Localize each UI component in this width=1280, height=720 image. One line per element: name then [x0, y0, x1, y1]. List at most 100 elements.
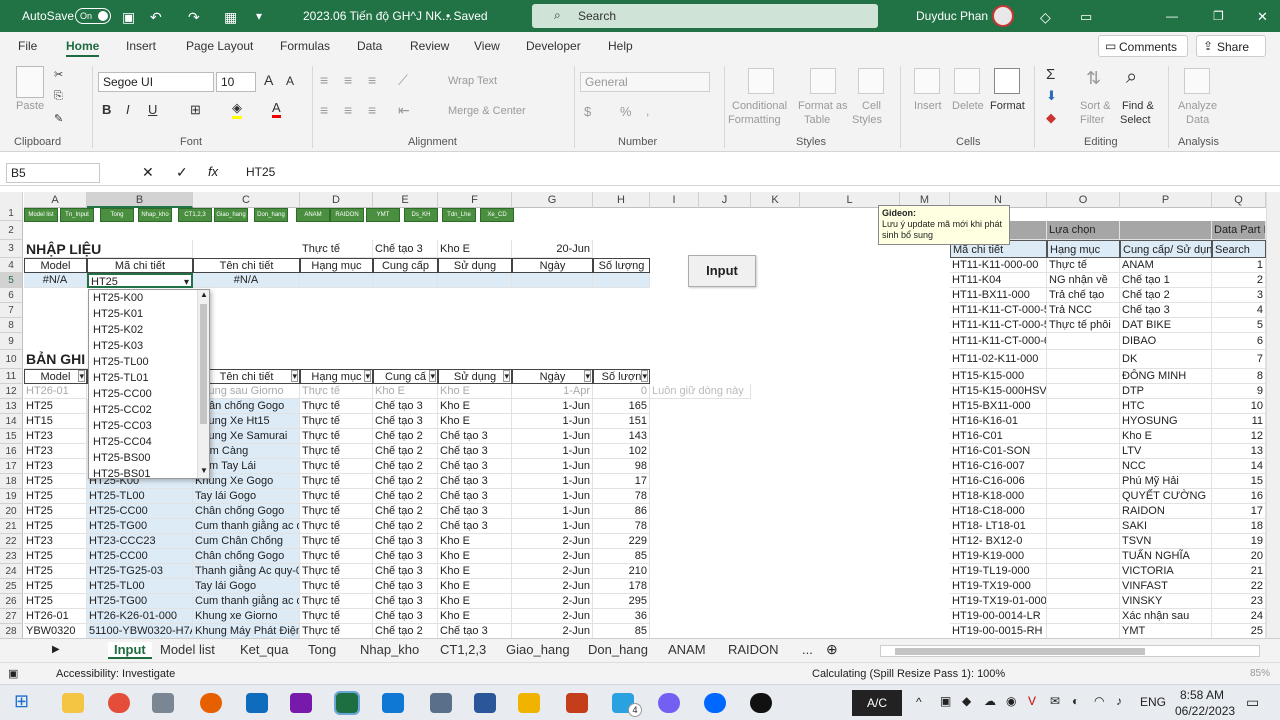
row-header[interactable]: 8: [0, 318, 23, 333]
cell[interactable]: HT25: [24, 549, 87, 564]
delete-cells-button[interactable]: Delete: [952, 100, 984, 112]
cell[interactable]: Chế tạo 3: [438, 489, 512, 504]
cell[interactable]: HT23: [24, 444, 87, 459]
cell[interactable]: Chế tạo 3: [438, 429, 512, 444]
insert-cells-button[interactable]: Insert: [914, 100, 942, 112]
number-format-select[interactable]: General: [580, 72, 710, 92]
row-header[interactable]: 18: [0, 474, 23, 489]
cell[interactable]: 10: [1212, 399, 1266, 414]
formula-input[interactable]: HT25: [246, 165, 275, 179]
cell[interactable]: 21: [1212, 564, 1266, 579]
tab-page-layout[interactable]: Page Layout: [186, 39, 253, 53]
cell[interactable]: HT19-00-0015-RH: [950, 624, 1047, 638]
cell[interactable]: 85: [593, 549, 650, 564]
name-box[interactable]: B5: [6, 163, 100, 183]
cell[interactable]: 2-Jun: [512, 609, 593, 624]
cell[interactable]: 13: [1212, 444, 1266, 459]
screen-recorder-icon[interactable]: [750, 693, 772, 713]
cell[interactable]: 16: [1212, 489, 1266, 504]
viber-icon[interactable]: [658, 693, 680, 713]
onenote-icon[interactable]: [290, 693, 312, 713]
cell[interactable]: 1-Apr: [512, 384, 593, 399]
sheet-tab[interactable]: Tong: [308, 642, 336, 657]
saved-status[interactable]: • Saved: [446, 9, 488, 23]
accessibility-status[interactable]: Accessibility: Investigate: [56, 668, 175, 680]
tab-view[interactable]: View: [474, 39, 500, 53]
row-header[interactable]: 26: [0, 594, 23, 609]
language-indicator[interactable]: ENG: [1140, 695, 1166, 709]
row-header[interactable]: 9: [0, 333, 23, 350]
minimize-icon[interactable]: —: [1166, 9, 1178, 23]
cell[interactable]: Chế tạo 3: [373, 534, 438, 549]
sheet-tab[interactable]: RAIDON: [728, 642, 779, 657]
cell[interactable]: 20-Jun: [512, 240, 593, 258]
cell[interactable]: [1047, 624, 1120, 638]
tray-shield-icon[interactable]: ◆: [962, 694, 971, 708]
percent-icon[interactable]: %: [620, 104, 632, 119]
analyze-data-icon[interactable]: [1184, 68, 1210, 94]
select-all-corner[interactable]: [0, 192, 23, 208]
cell[interactable]: Kho E: [438, 594, 512, 609]
nav-button-ds-kh[interactable]: Ds_KH: [404, 208, 438, 222]
cell[interactable]: 295: [593, 594, 650, 609]
row-header[interactable]: 10: [0, 350, 23, 369]
cell[interactable]: Phú Mỹ Hải: [1120, 474, 1212, 489]
cell[interactable]: Chế tạo 3: [438, 444, 512, 459]
cell[interactable]: QUYẾT CƯỜNG: [1120, 489, 1212, 504]
dropdown-option[interactable]: HT25-CC00: [89, 386, 209, 402]
cell[interactable]: HT11-BX11-000: [950, 288, 1047, 303]
cell[interactable]: Thực tế: [300, 444, 373, 459]
cell[interactable]: HT25-CC00: [87, 549, 193, 564]
scroll-thumb[interactable]: [200, 304, 207, 424]
cell[interactable]: Cum thanh giằng ac q: [193, 594, 300, 609]
wrap-text-button[interactable]: Wrap Text: [448, 75, 497, 87]
table-header[interactable]: Model ▾: [24, 369, 87, 384]
dropdown-arrow-icon[interactable]: ▾: [184, 275, 189, 286]
cell[interactable]: YBW0320: [24, 624, 87, 638]
cell[interactable]: Chế tạo 3: [373, 399, 438, 414]
cell[interactable]: 102: [593, 444, 650, 459]
cell[interactable]: Thực tế: [300, 240, 373, 258]
cell[interactable]: [1047, 414, 1120, 429]
dropdown-option[interactable]: HT25-K03: [89, 338, 209, 354]
cell[interactable]: 165: [593, 399, 650, 414]
row-header[interactable]: 21: [0, 519, 23, 534]
autosum-icon[interactable]: Σ: [1046, 66, 1055, 83]
table-header[interactable]: Cung cấ ▾: [373, 369, 438, 384]
cell[interactable]: [593, 273, 650, 288]
nav-button-tn-input[interactable]: Tn_Input: [60, 208, 94, 222]
increase-font-icon[interactable]: A: [264, 72, 273, 88]
cell[interactable]: 1: [1212, 258, 1266, 273]
cell[interactable]: Kho E: [438, 534, 512, 549]
table-header[interactable]: Mã chi tiết: [87, 258, 193, 273]
save-icon[interactable]: ▣: [122, 9, 135, 26]
cell[interactable]: 25: [1212, 624, 1266, 638]
premium-diamond-icon[interactable]: ◇: [1040, 9, 1051, 26]
cell[interactable]: Thực tế: [300, 594, 373, 609]
cell[interactable]: HT15-K15-000: [950, 369, 1047, 384]
cell[interactable]: HT23: [24, 459, 87, 474]
cell[interactable]: HT15: [24, 414, 87, 429]
zalo-icon[interactable]: [704, 693, 726, 713]
cell[interactable]: HT19-K19-000: [950, 549, 1047, 564]
cell[interactable]: 2-Jun: [512, 534, 593, 549]
column-header[interactable]: C: [193, 192, 300, 208]
ac-indicator[interactable]: A/C: [852, 690, 902, 716]
cell[interactable]: VICTORIA: [1120, 564, 1212, 579]
cell[interactable]: 11: [1212, 414, 1266, 429]
cell[interactable]: 1-Jun: [512, 399, 593, 414]
cell[interactable]: 78: [593, 489, 650, 504]
tray-wifi-icon[interactable]: ◠: [1094, 694, 1104, 708]
cell[interactable]: 2-Jun: [512, 564, 593, 579]
cell[interactable]: HT18-K18-000: [950, 489, 1047, 504]
cell[interactable]: HT18-C18-000: [950, 504, 1047, 519]
cell[interactable]: Kho E: [438, 240, 512, 258]
nav-button-model-list[interactable]: Model list: [24, 208, 58, 222]
cell[interactable]: 22: [1212, 579, 1266, 594]
cell[interactable]: 18: [1212, 519, 1266, 534]
cell[interactable]: [1047, 594, 1120, 609]
cell[interactable]: HT19-TX19-01-000: [950, 594, 1047, 609]
copy-icon[interactable]: ⎘: [54, 90, 63, 103]
cell[interactable]: HT19-00-0014-LR: [950, 609, 1047, 624]
cell[interactable]: [1047, 549, 1120, 564]
